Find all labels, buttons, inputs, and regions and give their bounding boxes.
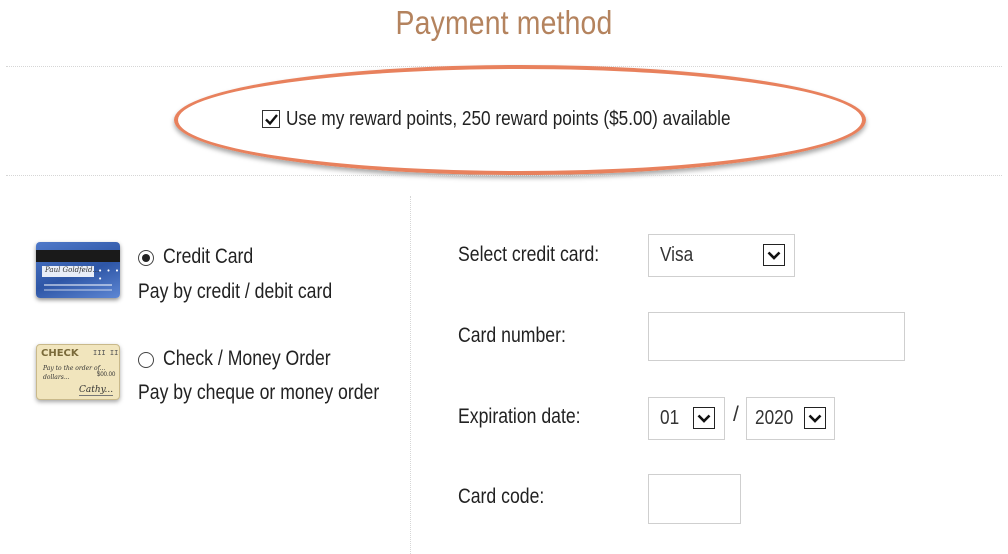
- column-divider: [410, 196, 411, 554]
- check-line1-text: Pay to the order of...: [43, 365, 106, 372]
- card-signature-text: Paul Goldfeld...: [45, 266, 100, 274]
- check-amount-text: $00.00: [97, 372, 116, 378]
- card-number-input[interactable]: [648, 312, 905, 361]
- checkmark-icon: [265, 114, 278, 126]
- reward-points-checkbox[interactable]: [262, 110, 280, 128]
- divider-middle: [6, 175, 1002, 176]
- reward-points-label: Use my reward points, 250 reward points …: [286, 107, 731, 130]
- chevron-down-icon[interactable]: [763, 244, 785, 266]
- credit-card-radio[interactable]: [138, 250, 154, 266]
- check-header-text: CHECK: [41, 348, 79, 359]
- expiration-year-value: 2020: [755, 407, 794, 429]
- check-money-order-radio[interactable]: [138, 352, 154, 368]
- credit-card-label[interactable]: Credit Card: [163, 245, 253, 269]
- check-line2-text: dollars...: [43, 374, 70, 381]
- check-money-order-description: Pay by cheque or money order: [138, 381, 380, 404]
- expiration-month-value: 01: [660, 407, 680, 429]
- expiration-month-select[interactable]: 01: [648, 397, 725, 440]
- expiration-year-select[interactable]: 2020: [746, 397, 835, 440]
- check-number-text: III II: [93, 349, 119, 357]
- card-type-value: Visa: [660, 244, 694, 266]
- card-code-text: • • • •: [98, 267, 120, 283]
- check-image: CHECK III II Pay to the order of... doll…: [36, 344, 120, 400]
- card-code-input[interactable]: [648, 474, 741, 524]
- credit-card-description: Pay by credit / debit card: [138, 280, 333, 303]
- reward-points-option[interactable]: Use my reward points, 250 reward points …: [262, 106, 803, 132]
- expiration-separator: /: [733, 403, 739, 426]
- card-type-label: Select credit card:: [458, 243, 600, 266]
- card-number-label: Card number:: [458, 324, 566, 347]
- credit-card-image: Paul Goldfeld... • • • •: [36, 242, 120, 298]
- check-money-order-label[interactable]: Check / Money Order: [163, 347, 331, 371]
- card-type-select[interactable]: Visa: [648, 234, 795, 277]
- chevron-down-icon[interactable]: [804, 407, 826, 429]
- chevron-down-icon[interactable]: [693, 407, 715, 429]
- expiration-date-label: Expiration date:: [458, 405, 581, 428]
- card-code-label: Card code:: [458, 485, 545, 508]
- page-title: Payment method: [395, 4, 613, 41]
- check-signature-text: Cathy...: [79, 385, 114, 396]
